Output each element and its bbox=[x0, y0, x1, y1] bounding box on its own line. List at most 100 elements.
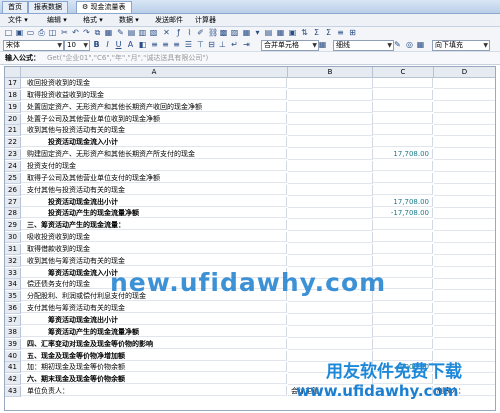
align-center-icon[interactable]: ≡ bbox=[161, 40, 170, 49]
row-header[interactable]: 23 bbox=[5, 149, 21, 161]
cell-b[interactable] bbox=[288, 184, 373, 196]
cell-a[interactable]: 收到其他与筹资活动有关的现金 bbox=[21, 255, 287, 266]
cell-b[interactable] bbox=[288, 315, 373, 326]
insert-icon[interactable]: ▧ bbox=[149, 28, 158, 37]
formula-input[interactable]: Get("企业01","C6","年","月","诚达送具有限公司") bbox=[47, 52, 208, 64]
menu-calculator[interactable]: 计算器 bbox=[192, 14, 219, 26]
cell-b[interactable] bbox=[288, 113, 373, 125]
filter-icon[interactable]: ▾ bbox=[253, 28, 262, 37]
row-header[interactable]: 33 bbox=[5, 267, 21, 279]
row-header[interactable]: 37 bbox=[5, 315, 21, 326]
menu-data[interactable]: 数据 ▾ bbox=[116, 14, 142, 26]
row-header[interactable]: 38 bbox=[5, 326, 21, 338]
row-header[interactable]: 42 bbox=[5, 374, 21, 386]
align-left-icon[interactable]: ≡ bbox=[150, 40, 159, 49]
sum-icon[interactable]: Σ bbox=[312, 28, 321, 37]
cell-d[interactable] bbox=[434, 161, 495, 172]
cell-c[interactable] bbox=[373, 172, 433, 183]
pen-icon[interactable]: ✎ bbox=[393, 40, 402, 49]
border-style-select[interactable]: 细线 ▼ bbox=[333, 40, 394, 51]
column-header-a[interactable]: A bbox=[21, 67, 288, 78]
table-icon[interactable]: ▦ bbox=[104, 28, 113, 37]
cell-c[interactable] bbox=[373, 255, 433, 266]
valign-bottom-icon[interactable]: ⊥ bbox=[218, 40, 227, 49]
tab-cash-flow[interactable]: ⚙ 现金流量表 bbox=[76, 1, 132, 13]
chart2-icon[interactable]: ▤ bbox=[264, 28, 273, 37]
row-header[interactable]: 35 bbox=[5, 291, 21, 303]
sum2-icon[interactable]: Σ bbox=[324, 28, 333, 37]
menu-edit[interactable]: 编辑 ▾ bbox=[44, 14, 70, 26]
font-select[interactable]: 宋体 ▼ bbox=[3, 40, 64, 51]
cell-a[interactable]: 支付其他与筹资活动有关的现金 bbox=[21, 303, 287, 314]
cell-a[interactable]: 投资支付的现金 bbox=[21, 160, 287, 171]
cell-a[interactable]: 四、汇率变动对现金及现金等价物的影响 bbox=[21, 338, 287, 349]
cell-c[interactable] bbox=[373, 326, 433, 337]
cell-d[interactable] bbox=[434, 78, 495, 89]
cell-b[interactable] bbox=[288, 255, 373, 267]
font-color-icon[interactable]: A bbox=[126, 40, 135, 49]
fill-down-select[interactable]: 向下填充 ▼ bbox=[432, 40, 490, 51]
cell-d[interactable] bbox=[434, 315, 495, 326]
justify-icon[interactable]: ☰ bbox=[184, 40, 193, 49]
wrap-icon[interactable]: ↵ bbox=[230, 40, 239, 49]
cell-b[interactable] bbox=[288, 172, 373, 184]
cell-a[interactable]: 六、期末现金及现金等价物余额 bbox=[21, 374, 287, 385]
cell-a[interactable]: 投资活动现金流入小计 bbox=[21, 137, 287, 148]
cell-c[interactable] bbox=[373, 89, 433, 100]
grid2-icon[interactable]: ▦ bbox=[276, 28, 285, 37]
cell-d[interactable] bbox=[434, 149, 495, 161]
cell-c[interactable] bbox=[373, 232, 433, 243]
paste-icon[interactable]: ▤ bbox=[127, 28, 136, 37]
cell-b[interactable] bbox=[288, 78, 373, 89]
cell-b[interactable] bbox=[288, 89, 373, 101]
cell-d[interactable] bbox=[434, 232, 495, 244]
cell-c[interactable] bbox=[373, 303, 433, 314]
cell-c[interactable]: 17,708.00 bbox=[373, 196, 433, 207]
border-icon[interactable]: ▦ bbox=[318, 40, 327, 49]
undo-icon[interactable]: ↶ bbox=[71, 28, 80, 37]
menu-send-mail[interactable]: 发送邮件 bbox=[152, 14, 186, 26]
valign-middle-icon[interactable]: ⊟ bbox=[207, 40, 216, 49]
cell-c[interactable] bbox=[373, 78, 433, 88]
format-icon[interactable]: ✎ bbox=[116, 28, 125, 37]
cell-c[interactable]: -17,708.00 bbox=[373, 208, 433, 219]
fill-color-icon[interactable]: ◧ bbox=[138, 40, 147, 49]
bold-icon[interactable]: B bbox=[92, 40, 101, 49]
cell-d[interactable] bbox=[434, 114, 495, 125]
menu-file[interactable]: 文件 ▾ bbox=[5, 14, 31, 26]
sheet-icon[interactable]: ▦ bbox=[242, 28, 251, 37]
menu-format[interactable]: 格式 ▾ bbox=[80, 14, 106, 26]
cell-a[interactable]: 取得投资收益收到的现金 bbox=[21, 89, 287, 100]
cell-c[interactable]: 17,708.00 bbox=[373, 149, 433, 160]
new-icon[interactable]: □ bbox=[4, 28, 13, 37]
cell-d[interactable] bbox=[434, 173, 495, 184]
cell-d[interactable] bbox=[434, 197, 495, 208]
row-header[interactable]: 20 bbox=[5, 113, 21, 125]
cell-b[interactable] bbox=[288, 137, 373, 149]
row-header[interactable]: 27 bbox=[5, 196, 21, 208]
delete-icon[interactable]: ✕ bbox=[162, 28, 171, 37]
function-icon[interactable]: ƒ bbox=[174, 28, 183, 37]
cell-c[interactable] bbox=[373, 338, 433, 349]
cell-a[interactable]: 筹资活动现金流出小计 bbox=[21, 315, 287, 325]
cell-b[interactable] bbox=[288, 160, 373, 172]
row-header[interactable]: 31 bbox=[5, 243, 21, 255]
cell-b[interactable] bbox=[288, 326, 373, 338]
cell-d[interactable] bbox=[434, 125, 495, 137]
merge-cells-select[interactable]: 合并单元格 ▼ bbox=[261, 40, 319, 51]
cell-b[interactable] bbox=[288, 208, 373, 220]
pencil-icon[interactable]: ✐ bbox=[196, 28, 205, 37]
grid-icon[interactable]: ▥ bbox=[138, 28, 147, 37]
cell-b[interactable] bbox=[288, 149, 373, 161]
column-header-d[interactable]: D bbox=[434, 67, 495, 78]
save-icon[interactable]: ▣ bbox=[15, 28, 24, 37]
cell-d[interactable] bbox=[434, 185, 495, 196]
row-header[interactable]: 26 bbox=[5, 184, 21, 196]
cell-a[interactable]: 加：期初现金及现金等价物余额 bbox=[21, 362, 287, 373]
cell-b[interactable] bbox=[288, 196, 373, 208]
cell-b[interactable] bbox=[288, 303, 373, 315]
cell-a[interactable]: 处置固定资产、无形资产和其他长期资产收回的现金净额 bbox=[21, 101, 287, 112]
cell-a[interactable]: 吸收投资收到的现金 bbox=[21, 232, 287, 243]
row-header[interactable]: 39 bbox=[5, 338, 21, 350]
cell-d[interactable] bbox=[434, 279, 495, 291]
